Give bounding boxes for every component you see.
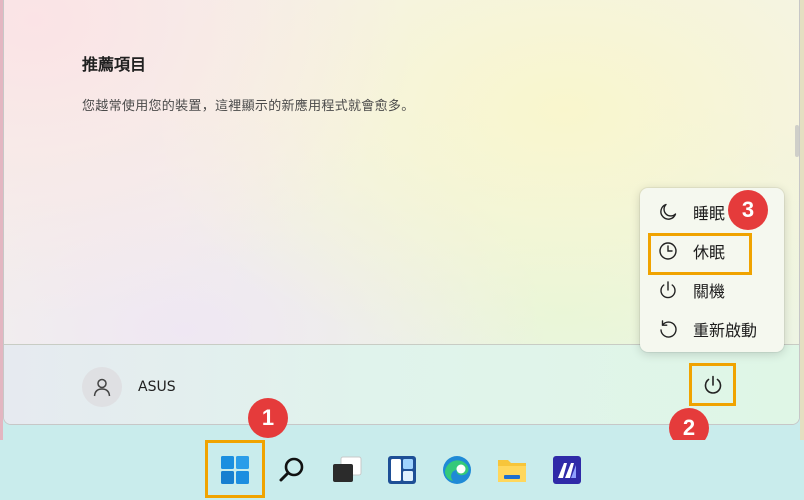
power-button[interactable]	[689, 363, 736, 406]
step-badge-1: 1	[248, 398, 288, 438]
store-app-button[interactable]	[545, 448, 589, 492]
start-button-highlight	[205, 440, 265, 498]
user-icon	[93, 378, 111, 397]
menu-item-label: 睡眠	[693, 203, 726, 223]
edge-button[interactable]	[435, 448, 479, 492]
store-app-icon	[553, 456, 581, 484]
edge-icon	[443, 456, 471, 484]
avatar	[82, 367, 122, 407]
menu-item-restart[interactable]: 重新啟動	[640, 309, 784, 348]
recommended-subtitle: 您越常使用您的裝置，這裡顯示的新應用程式就會愈多。	[82, 99, 415, 114]
recommended-title: 推薦項目	[82, 55, 147, 74]
menu-item-hibernate[interactable]: 休眠	[640, 231, 784, 275]
search-icon	[279, 457, 304, 482]
power-icon	[657, 279, 679, 301]
window-right-edge	[800, 0, 804, 440]
clock-icon	[657, 240, 679, 262]
menu-item-shutdown[interactable]: 關機	[640, 270, 784, 309]
user-name: ASUS	[138, 379, 176, 395]
user-account-button[interactable]: ASUS	[82, 367, 176, 407]
restart-icon	[657, 318, 679, 340]
file-explorer-button[interactable]	[490, 448, 534, 492]
menu-item-label: 重新啟動	[693, 320, 758, 340]
search-button[interactable]	[270, 448, 314, 492]
scrollbar-thumb[interactable]	[795, 125, 799, 157]
file-explorer-icon	[498, 460, 526, 482]
menu-item-label: 關機	[693, 281, 726, 301]
moon-icon	[657, 201, 679, 223]
widgets-button[interactable]	[380, 448, 424, 492]
power-icon	[704, 375, 721, 394]
step-badge-3: 3	[728, 190, 768, 230]
task-view-icon	[333, 456, 362, 482]
widgets-icon	[388, 456, 416, 484]
task-view-button[interactable]	[325, 448, 369, 492]
menu-item-label: 休眠	[693, 242, 726, 262]
taskbar	[0, 440, 804, 500]
